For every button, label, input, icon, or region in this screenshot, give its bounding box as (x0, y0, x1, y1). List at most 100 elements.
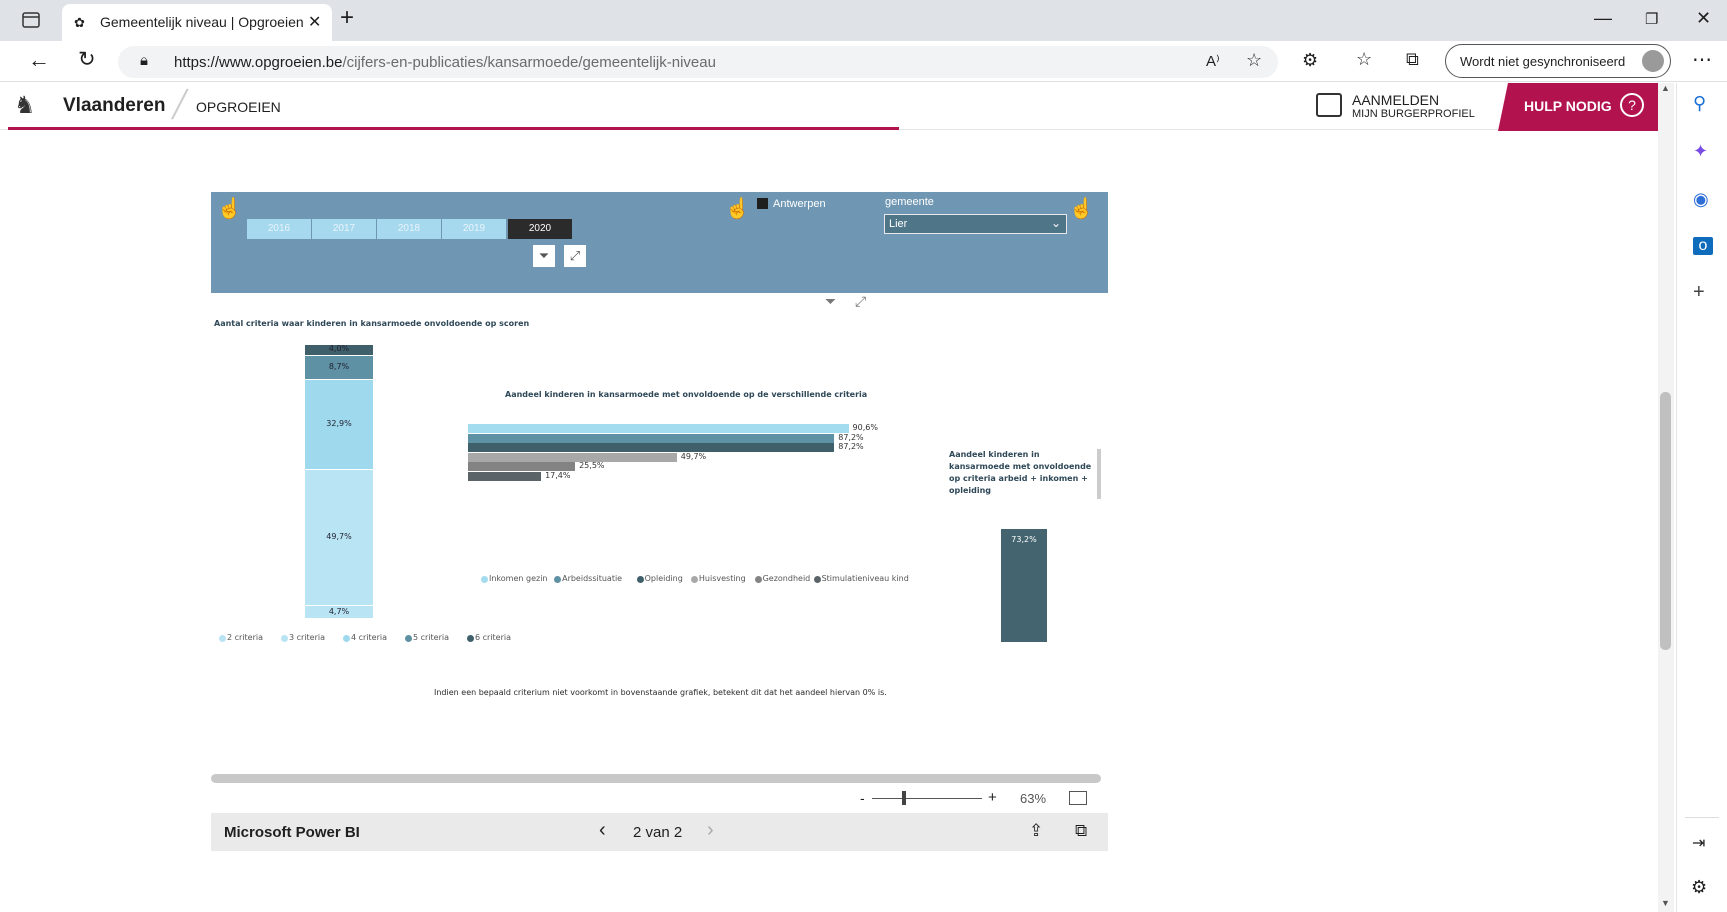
refresh-button[interactable]: ↻ (78, 47, 96, 72)
legend-label: Opleiding (644, 574, 683, 583)
login-line2[interactable]: MIJN BURGERPROFIEL (1352, 108, 1475, 120)
next-page-button[interactable]: › (707, 819, 714, 842)
year-2020-button[interactable]: 2020 (508, 219, 572, 239)
gemeente-dropdown[interactable]: Lier ⌄ (884, 214, 1067, 234)
scroll-up-arrow[interactable]: ▲ (1661, 83, 1670, 93)
url-host: https://www.opgroeien.be (174, 54, 343, 71)
site-header: ♞ Vlaanderen ╱ OPGROEIEN AANMELDEN MIJN … (0, 83, 1660, 130)
hbar-label: 87,2% (838, 432, 864, 442)
extensions-icon[interactable]: ⚙ (1302, 50, 1318, 71)
favorites-icon[interactable]: ☆ (1356, 49, 1372, 70)
antwerpen-legend-swatch (757, 198, 768, 209)
collections-icon[interactable]: ⧉ (1406, 49, 1419, 70)
open-fullscreen-icon[interactable]: ⧉ (1075, 821, 1087, 841)
zoom-track[interactable] (872, 798, 982, 799)
hbar-label: 90,6% (852, 423, 878, 432)
tab-actions-icon[interactable] (22, 12, 40, 28)
chevron-down-icon: ⌄ (1051, 216, 1062, 230)
single-bar-label: 73,2% (1011, 535, 1037, 544)
powerbi-brand[interactable]: Microsoft Power BI (224, 824, 360, 841)
report-horizontal-scrollbar[interactable] (211, 774, 1101, 783)
active-tab[interactable]: ✿ Gemeentelijk niveau | Opgroeien ✕ (62, 4, 332, 41)
legend-label: Gezondheid (762, 574, 811, 583)
powerbi-footer: Microsoft Power BI ‹ 2 van 2 › ⇪ ⧉ (211, 813, 1108, 851)
legend-label: 3 criteria (289, 633, 326, 642)
page-indicator: 2 van 2 (633, 824, 683, 841)
zoom-in-button[interactable]: + (988, 789, 997, 806)
login-line1[interactable]: AANMELDEN (1352, 92, 1439, 108)
antwerpen-legend-label: Antwerpen (773, 198, 826, 210)
copilot-icon[interactable]: ✦ (1693, 141, 1708, 162)
vlaanderen-lion-icon[interactable]: ♞ (14, 91, 36, 120)
browser-tab-bar: ✿ Gemeentelijk niveau | Opgroeien ✕ + — … (0, 0, 1727, 41)
stack-label: 4,7% (328, 606, 350, 616)
prev-page-button[interactable]: ‹ (599, 819, 606, 842)
visual-filter-icon[interactable]: ⏷ (825, 293, 836, 310)
year-2018-button[interactable]: 2018 (377, 219, 441, 239)
more-options-icon[interactable]: ⋯ (1692, 47, 1712, 72)
filter-icon[interactable]: ⏷ (533, 245, 555, 267)
minimize-button[interactable]: — (1594, 8, 1612, 29)
gemeente-value: Lier (889, 218, 908, 230)
new-tab-button[interactable]: + (340, 4, 354, 32)
share-icon[interactable]: ⇪ (1029, 821, 1043, 841)
add-favorite-icon[interactable]: ☆ (1246, 50, 1262, 71)
profile-icon[interactable] (1316, 93, 1342, 117)
legend-label: 4 criteria (351, 633, 388, 642)
year-2019-button[interactable]: 2019 (442, 219, 506, 239)
legend-label: Inkomen gezin (489, 574, 548, 583)
legend-dot (343, 635, 350, 642)
zoom-out-button[interactable]: - (860, 790, 865, 806)
stack-label: 4,0% (328, 344, 350, 354)
page-scrollbar[interactable]: ▲ ▼ (1658, 83, 1674, 912)
legend-dot (405, 635, 412, 642)
url-field[interactable]: 🔒︎ https://www.opgroeien.be/cijfers-en-p… (118, 46, 1278, 78)
legend-dot (481, 576, 488, 583)
legend-dot (554, 576, 562, 583)
hbar-label: 17,4% (545, 470, 571, 480)
close-window-button[interactable]: ✕ (1696, 8, 1711, 29)
hbar (468, 424, 849, 433)
help-button[interactable]: HULP NODIG ? (1498, 83, 1660, 131)
zoom-handle[interactable] (902, 791, 906, 805)
read-aloud-icon[interactable]: A⁾ (1206, 52, 1220, 70)
outlook-icon[interactable]: o (1693, 237, 1713, 255)
restore-button[interactable]: ❐ (1645, 10, 1658, 28)
zoom-level: 63% (1020, 791, 1047, 806)
scroll-down-arrow[interactable]: ▼ (1661, 898, 1670, 908)
legend-dot (467, 635, 474, 642)
sync-label: Wordt niet gesynchroniseerd (1460, 54, 1626, 69)
fit-page-icon[interactable] (1069, 791, 1087, 805)
office-icon[interactable]: ◉ (1693, 189, 1709, 210)
stack-label: 32,9% (326, 418, 352, 428)
year-2017-button[interactable]: 2017 (312, 219, 376, 239)
focus-mode-icon[interactable]: ⤢ (564, 245, 586, 267)
legend-label: Stimulatieniveau kind (821, 574, 909, 583)
url-path: /cijfers-en-publicaties/kansarmoede/geme… (342, 54, 716, 71)
stack-label: 49,7% (326, 532, 352, 542)
hbar-label: 25,5% (579, 461, 605, 470)
visual-focus-icon[interactable]: ⤢ (855, 293, 866, 310)
chart3-title-box: Aandeel kinderen in kansarmoede met onvo… (949, 449, 1101, 499)
legend-dot (636, 576, 644, 583)
scroll-thumb[interactable] (1660, 392, 1671, 650)
hide-sidebar-icon[interactable]: ⇥ (1692, 833, 1705, 853)
add-sidebar-icon[interactable]: + (1693, 281, 1705, 304)
sync-profile-button[interactable]: Wordt niet gesynchroniseerd (1445, 44, 1671, 78)
tab-title: Gemeentelijk niveau | Opgroeien (100, 14, 304, 30)
legend-label: 5 criteria (413, 633, 450, 642)
reading-progress-bar (8, 127, 899, 130)
brand-name[interactable]: Vlaanderen (63, 95, 165, 117)
back-button[interactable]: ← (28, 47, 50, 73)
hbar (468, 433, 835, 443)
settings-icon[interactable]: ⚙ (1691, 877, 1707, 898)
gemeente-label: gemeente (885, 196, 934, 208)
tab-close-icon[interactable]: ✕ (308, 12, 321, 32)
chart3-title: Aandeel kinderen in kansarmoede met onvo… (949, 450, 1092, 495)
legend-dot (690, 576, 698, 583)
help-label: HULP NODIG (1524, 98, 1612, 114)
horizontal-bar-chart: 90,6% 87,2% 87,2% 49,7% 25,5% 17,4% (468, 423, 928, 494)
section-name[interactable]: OPGROEIEN (196, 99, 281, 115)
search-icon[interactable]: ⚲ (1693, 93, 1706, 114)
year-2016-button[interactable]: 2016 (247, 219, 311, 239)
